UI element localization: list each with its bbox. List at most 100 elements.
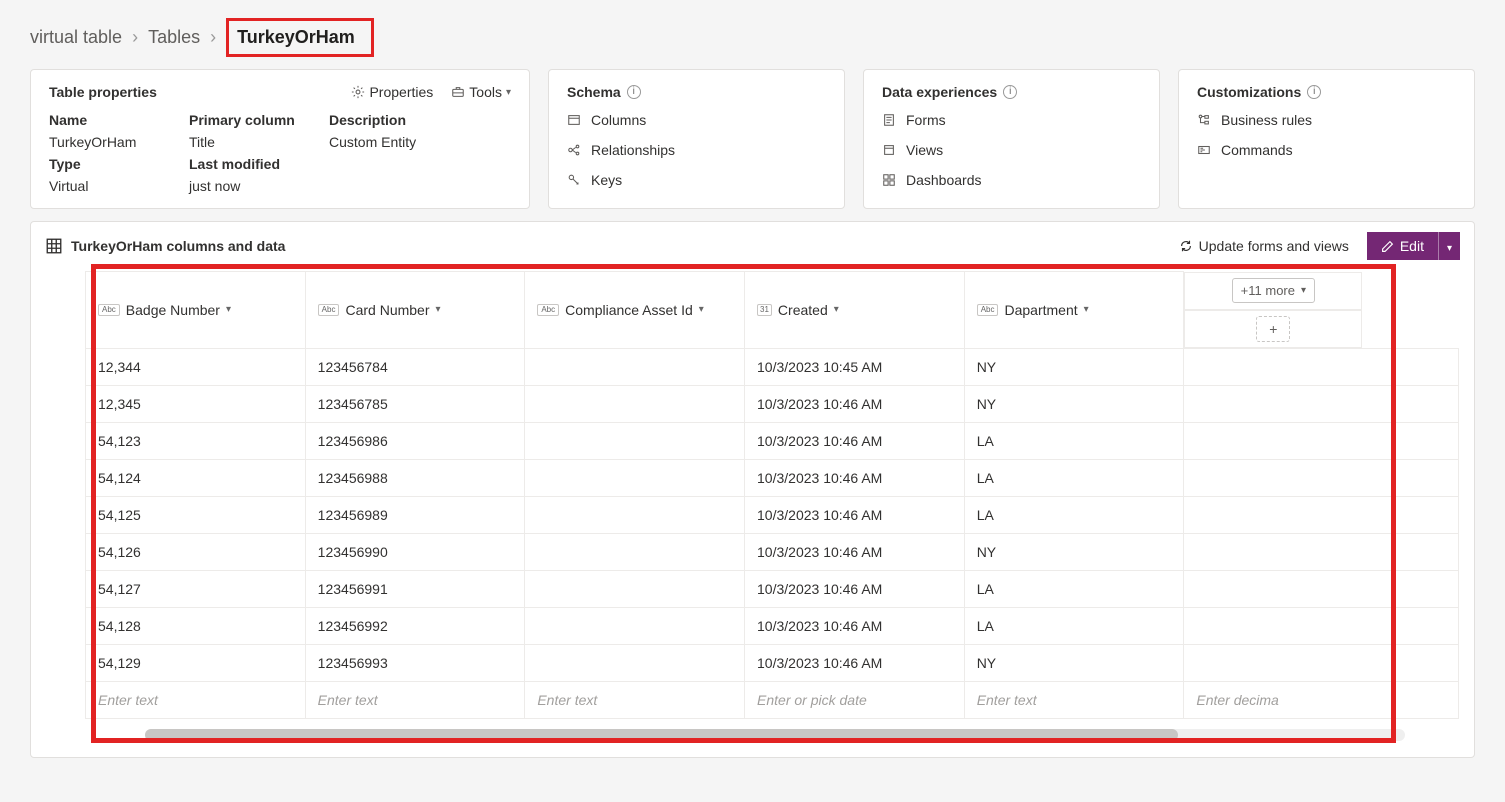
new-cell-card[interactable]: Enter text bbox=[305, 681, 525, 718]
cell-card[interactable]: 123456988 bbox=[305, 459, 525, 496]
cell-department[interactable]: LA bbox=[964, 570, 1184, 607]
info-icon[interactable]: i bbox=[1003, 85, 1017, 99]
cell-extra[interactable] bbox=[1184, 496, 1459, 533]
cell-card[interactable]: 123456784 bbox=[305, 348, 525, 385]
cell-card[interactable]: 123456992 bbox=[305, 607, 525, 644]
cell-created[interactable]: 10/3/2023 10:46 AM bbox=[745, 385, 965, 422]
cell-compliance[interactable] bbox=[525, 570, 745, 607]
cell-badge[interactable]: 12,345 bbox=[86, 385, 306, 422]
cell-extra[interactable] bbox=[1184, 348, 1459, 385]
more-columns-button[interactable]: +11 more ▾ bbox=[1232, 278, 1315, 303]
cell-card[interactable]: 123456986 bbox=[305, 422, 525, 459]
cell-extra[interactable] bbox=[1184, 644, 1459, 681]
cell-created[interactable]: 10/3/2023 10:46 AM bbox=[745, 496, 965, 533]
cell-badge[interactable]: 12,344 bbox=[86, 348, 306, 385]
col-header-card[interactable]: AbcCard Number▾ bbox=[305, 272, 525, 349]
new-row[interactable]: Enter textEnter textEnter textEnter or p… bbox=[86, 681, 1459, 718]
cell-card[interactable]: 123456990 bbox=[305, 533, 525, 570]
cell-created[interactable]: 10/3/2023 10:46 AM bbox=[745, 533, 965, 570]
cell-department[interactable]: LA bbox=[964, 607, 1184, 644]
cell-created[interactable]: 10/3/2023 10:46 AM bbox=[745, 459, 965, 496]
schema-relationships[interactable]: Relationships bbox=[567, 142, 826, 158]
cell-compliance[interactable] bbox=[525, 496, 745, 533]
table-row[interactable]: 54,127123456991 10/3/2023 10:46 AMLA bbox=[86, 570, 1459, 607]
schema-keys[interactable]: Keys bbox=[567, 172, 826, 188]
gear-icon bbox=[351, 85, 365, 99]
cell-compliance[interactable] bbox=[525, 348, 745, 385]
table-row[interactable]: 54,124123456988 10/3/2023 10:46 AMLA bbox=[86, 459, 1459, 496]
cell-badge[interactable]: 54,123 bbox=[86, 422, 306, 459]
info-icon[interactable]: i bbox=[627, 85, 641, 99]
col-header-compliance[interactable]: AbcCompliance Asset Id▾ bbox=[525, 272, 745, 349]
cell-compliance[interactable] bbox=[525, 459, 745, 496]
cell-badge[interactable]: 54,127 bbox=[86, 570, 306, 607]
cell-badge[interactable]: 54,126 bbox=[86, 533, 306, 570]
cell-created[interactable]: 10/3/2023 10:46 AM bbox=[745, 570, 965, 607]
customizations-commands[interactable]: Commands bbox=[1197, 142, 1456, 158]
data-views[interactable]: Views bbox=[882, 142, 1141, 158]
cell-created[interactable]: 10/3/2023 10:46 AM bbox=[745, 644, 965, 681]
cell-badge[interactable]: 54,128 bbox=[86, 607, 306, 644]
data-dashboards[interactable]: Dashboards bbox=[882, 172, 1141, 188]
col-header-department[interactable]: AbcDapartment▾ bbox=[964, 272, 1184, 349]
cell-department[interactable]: LA bbox=[964, 496, 1184, 533]
cell-badge[interactable]: 54,129 bbox=[86, 644, 306, 681]
table-row[interactable]: 54,128123456992 10/3/2023 10:46 AMLA bbox=[86, 607, 1459, 644]
cell-compliance[interactable] bbox=[525, 422, 745, 459]
cell-badge[interactable]: 54,124 bbox=[86, 459, 306, 496]
info-icon[interactable]: i bbox=[1307, 85, 1321, 99]
edit-dropdown[interactable]: ▾ bbox=[1438, 232, 1460, 260]
cell-card[interactable]: 123456785 bbox=[305, 385, 525, 422]
scrollbar-thumb[interactable] bbox=[145, 729, 1178, 741]
cell-extra[interactable] bbox=[1184, 533, 1459, 570]
new-cell-badge[interactable]: Enter text bbox=[86, 681, 306, 718]
horizontal-scrollbar[interactable] bbox=[145, 729, 1405, 741]
cell-card[interactable]: 123456993 bbox=[305, 644, 525, 681]
cell-badge[interactable]: 54,125 bbox=[86, 496, 306, 533]
table-row[interactable]: 12,345123456785 10/3/2023 10:46 AMNY bbox=[86, 385, 1459, 422]
cell-department[interactable]: LA bbox=[964, 459, 1184, 496]
breadcrumb-tables[interactable]: Tables bbox=[148, 27, 200, 48]
table-row[interactable]: 54,129123456993 10/3/2023 10:46 AMNY bbox=[86, 644, 1459, 681]
col-header-created[interactable]: 31Created▾ bbox=[745, 272, 965, 349]
properties-button[interactable]: Properties bbox=[351, 84, 433, 100]
cell-compliance[interactable] bbox=[525, 385, 745, 422]
cell-extra[interactable] bbox=[1184, 459, 1459, 496]
new-cell-extra[interactable]: Enter decima bbox=[1184, 681, 1459, 718]
cell-extra[interactable] bbox=[1184, 422, 1459, 459]
properties-label: Properties bbox=[369, 84, 433, 100]
update-forms-views-button[interactable]: Update forms and views bbox=[1179, 238, 1349, 254]
data-dashboards-label: Dashboards bbox=[906, 172, 982, 188]
cell-extra[interactable] bbox=[1184, 570, 1459, 607]
cell-department[interactable]: NY bbox=[964, 348, 1184, 385]
table-row[interactable]: 54,125123456989 10/3/2023 10:46 AMLA bbox=[86, 496, 1459, 533]
new-cell-created[interactable]: Enter or pick date bbox=[745, 681, 965, 718]
tools-button[interactable]: Tools ▾ bbox=[451, 84, 511, 100]
cell-created[interactable]: 10/3/2023 10:46 AM bbox=[745, 607, 965, 644]
cell-compliance[interactable] bbox=[525, 533, 745, 570]
cell-extra[interactable] bbox=[1184, 607, 1459, 644]
data-forms[interactable]: Forms bbox=[882, 112, 1141, 128]
add-column-button[interactable]: + bbox=[1256, 316, 1290, 342]
cell-department[interactable]: NY bbox=[964, 533, 1184, 570]
cell-department[interactable]: NY bbox=[964, 644, 1184, 681]
cell-compliance[interactable] bbox=[525, 607, 745, 644]
cell-extra[interactable] bbox=[1184, 385, 1459, 422]
table-row[interactable]: 54,123123456986 10/3/2023 10:46 AMLA bbox=[86, 422, 1459, 459]
cell-created[interactable]: 10/3/2023 10:46 AM bbox=[745, 422, 965, 459]
new-cell-compliance[interactable]: Enter text bbox=[525, 681, 745, 718]
cell-created[interactable]: 10/3/2023 10:45 AM bbox=[745, 348, 965, 385]
col-header-badge[interactable]: AbcBadge Number▾ bbox=[86, 272, 306, 349]
cell-compliance[interactable] bbox=[525, 644, 745, 681]
cell-department[interactable]: LA bbox=[964, 422, 1184, 459]
cell-card[interactable]: 123456991 bbox=[305, 570, 525, 607]
customizations-business-rules[interactable]: Business rules bbox=[1197, 112, 1456, 128]
table-row[interactable]: 12,344123456784 10/3/2023 10:45 AMNY bbox=[86, 348, 1459, 385]
table-row[interactable]: 54,126123456990 10/3/2023 10:46 AMNY bbox=[86, 533, 1459, 570]
new-cell-department[interactable]: Enter text bbox=[964, 681, 1184, 718]
cell-card[interactable]: 123456989 bbox=[305, 496, 525, 533]
cell-department[interactable]: NY bbox=[964, 385, 1184, 422]
schema-columns[interactable]: Columns bbox=[567, 112, 826, 128]
edit-button[interactable]: Edit bbox=[1367, 232, 1438, 260]
breadcrumb-root[interactable]: virtual table bbox=[30, 27, 122, 48]
